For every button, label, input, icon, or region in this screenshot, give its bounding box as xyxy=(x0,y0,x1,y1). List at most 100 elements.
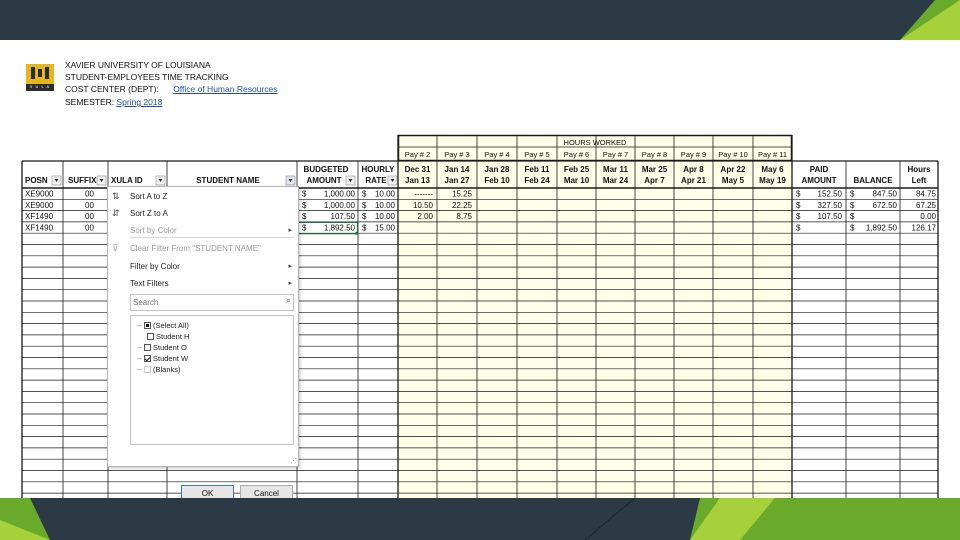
filter-item-student-w[interactable]: -- Student W xyxy=(137,354,188,363)
currency-symbol: $ xyxy=(796,212,801,221)
cancel-button[interactable]: Cancel xyxy=(240,485,293,498)
cell-hourly-rate[interactable]: 10.00 xyxy=(375,201,396,210)
cell-hours[interactable]: 22.25 xyxy=(452,201,473,210)
period-end-date: Jan 27 xyxy=(445,176,470,185)
hours-worked-label: HOURS WORKED xyxy=(564,138,628,147)
resize-grip-icon[interactable]: ⋰ xyxy=(290,457,297,465)
pay-period-label: Pay # 7 xyxy=(603,150,628,159)
filter-dropdown-panel: ⇅ Sort A to Z ⇵ Sort Z to A Sort by Colo… xyxy=(107,186,299,498)
period-start-date: Jan 14 xyxy=(445,165,470,174)
currency-symbol: $ xyxy=(362,201,367,210)
checkbox[interactable] xyxy=(144,344,151,351)
currency-symbol: $ xyxy=(302,212,307,221)
cell-posn[interactable]: XF1490 xyxy=(25,212,54,221)
filter-search-box[interactable]: ⌕ xyxy=(130,294,294,311)
pay-period-label: Pay # 3 xyxy=(444,150,469,159)
cell-hours-left: 67.25 xyxy=(916,201,937,210)
cell-hours[interactable]: 10.50 xyxy=(413,201,434,210)
filter-by-color[interactable]: Filter by Color xyxy=(130,262,180,271)
pay-period-label: Pay # 4 xyxy=(484,150,509,159)
cell-suffix[interactable]: 00 xyxy=(85,190,94,199)
checkbox[interactable] xyxy=(144,366,151,373)
period-end-date: Mar 24 xyxy=(603,176,629,185)
filter-item-blanks[interactable]: -- (Blanks) xyxy=(137,365,181,374)
cell-posn[interactable]: XF1490 xyxy=(25,223,54,232)
cell-balance: 847.50 xyxy=(873,190,898,199)
cell-hours[interactable]: 2.00 xyxy=(417,212,433,221)
period-start-date: Apr 22 xyxy=(721,165,746,174)
col-header-hours-left: Hours xyxy=(907,165,931,174)
cell-hours-left: 84.75 xyxy=(916,190,937,199)
sort-az-icon: ⇅ xyxy=(112,191,120,201)
period-start-date: Mar 25 xyxy=(642,165,668,174)
cell-suffix[interactable]: 00 xyxy=(85,212,94,221)
cell-hourly-rate[interactable]: 10.00 xyxy=(375,212,396,221)
col-header-paid-amount: PAID xyxy=(810,165,829,174)
cell-suffix[interactable]: 00 xyxy=(85,223,94,232)
filter-item-student-o[interactable]: -- Student O xyxy=(137,343,187,352)
period-end-date: Apr 21 xyxy=(681,176,706,185)
currency-symbol: $ xyxy=(796,190,801,199)
filter-value-list: -- (Select All) Student H -- Student O -- S… xyxy=(130,315,294,445)
sort-z-to-a[interactable]: Sort Z to A xyxy=(130,209,168,218)
cell-paid-amount: 107.50 xyxy=(818,212,843,221)
filter-item-student-h[interactable]: Student H xyxy=(147,332,189,341)
currency-symbol: $ xyxy=(362,212,367,221)
filter-item-select-all[interactable]: -- (Select All) xyxy=(137,321,189,330)
period-start-date: Feb 11 xyxy=(525,165,550,174)
pay-period-label: Pay # 5 xyxy=(524,150,549,159)
filter-search-input[interactable] xyxy=(133,296,273,308)
ok-button[interactable]: OK xyxy=(181,485,234,498)
currency-symbol: $ xyxy=(796,223,801,232)
cell-posn[interactable]: XE9000 xyxy=(25,201,54,210)
period-end-date: Jan 13 xyxy=(405,176,430,185)
col-header-hours-left: Left xyxy=(912,176,927,185)
submenu-arrow-icon: ▸ xyxy=(288,280,292,287)
cell-hours-left: 126.17 xyxy=(912,223,937,232)
period-end-date: Apr 7 xyxy=(644,176,665,185)
checkbox[interactable] xyxy=(144,355,151,362)
col-header-posn: POSN xyxy=(25,176,48,185)
pay-period-label: Pay # 2 xyxy=(405,150,430,159)
cell-balance: 1,892.50 xyxy=(866,223,898,232)
currency-symbol: $ xyxy=(850,223,855,232)
checkbox[interactable] xyxy=(144,322,151,329)
period-end-date: May 19 xyxy=(759,176,786,185)
cell-hours[interactable]: 8.75 xyxy=(456,212,472,221)
period-start-date: Dec 31 xyxy=(405,165,431,174)
pay-period-label: Pay # 9 xyxy=(681,150,706,159)
currency-symbol: $ xyxy=(362,223,367,232)
sort-a-to-z[interactable]: Sort A to Z xyxy=(130,192,167,201)
currency-symbol: $ xyxy=(302,223,307,232)
period-start-date: Apr 8 xyxy=(683,165,704,174)
sort-by-color: Sort by Color xyxy=(130,226,177,235)
cell-budgeted-amount[interactable]: 1,000.00 xyxy=(324,201,356,210)
period-start-date: May 6 xyxy=(761,165,784,174)
cell-hourly-rate[interactable]: 10.00 xyxy=(375,190,396,199)
period-start-date: Feb 25 xyxy=(564,165,590,174)
cell-hourly-rate[interactable]: 15.00 xyxy=(375,223,396,232)
clear-filter-icon: ⊽ xyxy=(112,243,119,253)
cell-paid-amount: 327.50 xyxy=(818,201,843,210)
submenu-arrow-icon: ▸ xyxy=(288,263,292,270)
pay-period-label: Pay # 11 xyxy=(758,150,787,159)
cell-budgeted-amount[interactable]: 107.50 xyxy=(331,212,356,221)
cell-suffix[interactable]: 00 xyxy=(85,201,94,210)
slide-content: X U L A XAVIER UNIVERSITY OF LOUISIANA S… xyxy=(0,40,960,498)
fill-handle[interactable] xyxy=(355,231,359,235)
cell-budgeted-amount[interactable]: 1,892.50 xyxy=(324,223,356,232)
currency-symbol: $ xyxy=(850,201,855,210)
cell-budgeted-amount[interactable]: 1,000.00 xyxy=(324,190,356,199)
col-header-student-name: STUDENT NAME xyxy=(196,176,260,185)
text-filters[interactable]: Text Filters xyxy=(130,279,169,288)
cell-posn[interactable]: XE9000 xyxy=(25,190,54,199)
period-end-date: Mar 10 xyxy=(564,176,590,185)
cell-hours[interactable]: ------- xyxy=(414,190,433,199)
currency-symbol: $ xyxy=(850,212,855,221)
cell-hours[interactable]: 15.25 xyxy=(452,190,473,199)
col-header-hourly-rate: HOURLY xyxy=(361,165,395,174)
checkbox[interactable] xyxy=(147,333,154,340)
col-header-balance: BALANCE xyxy=(853,176,893,185)
col-header-budgeted: BUDGETED xyxy=(304,165,349,174)
col-header-xula-id: XULA ID xyxy=(111,176,143,185)
